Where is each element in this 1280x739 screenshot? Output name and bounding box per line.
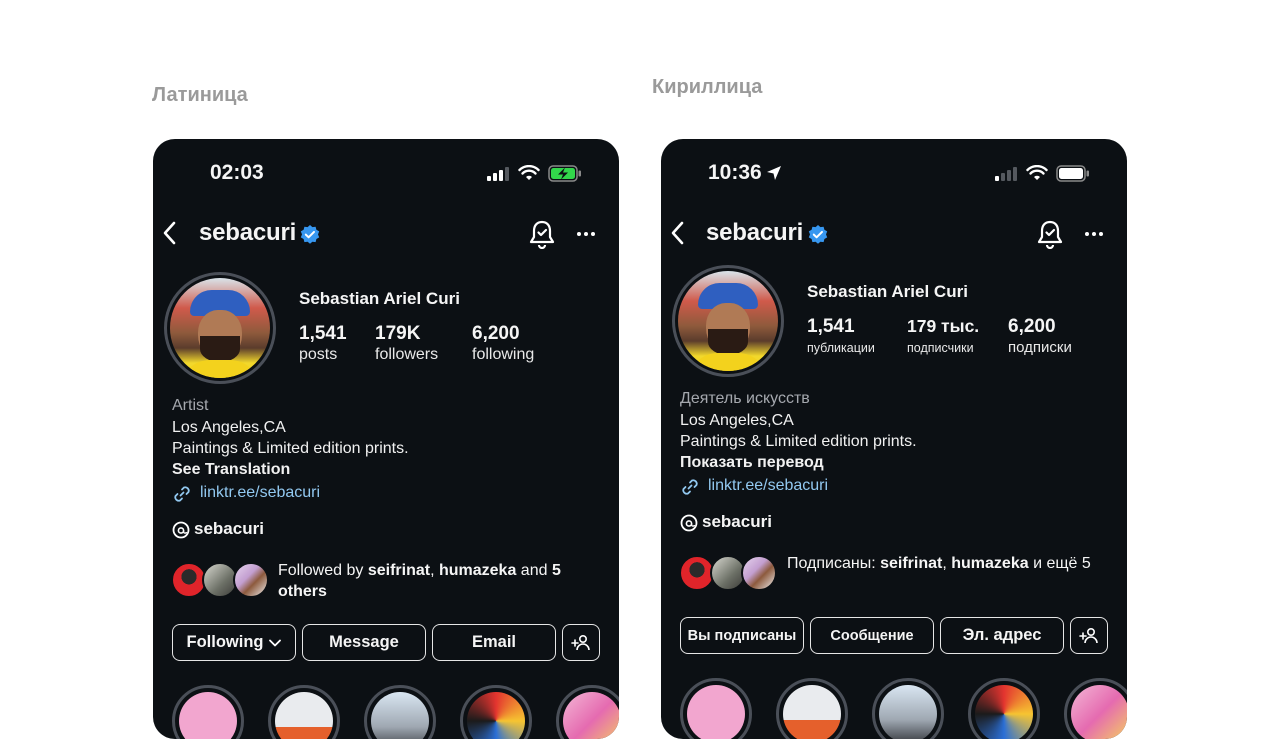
battery-charging-icon bbox=[548, 165, 581, 182]
email-button[interactable]: Email bbox=[432, 624, 556, 661]
notification-bell-icon[interactable] bbox=[528, 219, 556, 249]
following-count[interactable]: 6,200 bbox=[1008, 316, 1056, 338]
caption-latin: Латиница bbox=[152, 84, 248, 106]
following-label: подписки bbox=[1008, 339, 1072, 356]
external-link[interactable]: linktr.ee/sebacuri bbox=[200, 484, 320, 502]
posts-label: публикации bbox=[807, 341, 875, 355]
bio-line: Los Angeles,CA bbox=[172, 419, 286, 436]
wifi-icon bbox=[518, 165, 540, 180]
posts-label: posts bbox=[299, 346, 338, 363]
profile-category: Artist bbox=[172, 397, 209, 414]
following-count[interactable]: 6,200 bbox=[472, 323, 520, 345]
see-translation-link[interactable]: See Translation bbox=[172, 461, 290, 479]
battery-icon bbox=[1056, 165, 1089, 182]
message-button[interactable]: Сообщение bbox=[810, 617, 934, 654]
story-highlight[interactable] bbox=[1064, 678, 1127, 739]
avatar-photo bbox=[170, 278, 270, 378]
following-button[interactable]: Following bbox=[172, 624, 296, 661]
threads-badge[interactable]: sebacuri bbox=[194, 519, 264, 539]
followers-count[interactable]: 179K bbox=[375, 323, 420, 345]
story-highlight[interactable] bbox=[556, 685, 619, 739]
caption-cyrillic: Кириллица bbox=[652, 76, 763, 98]
story-highlight[interactable] bbox=[460, 685, 532, 739]
add-user-button[interactable] bbox=[1070, 617, 1108, 654]
see-translation-link[interactable]: Показать перевод bbox=[680, 454, 824, 472]
followed-by-text[interactable]: Followed by seifrinat, humazeka and 5 ot… bbox=[278, 560, 598, 602]
story-highlight[interactable] bbox=[364, 685, 436, 739]
story-highlight[interactable] bbox=[776, 678, 848, 739]
link-icon bbox=[174, 486, 190, 502]
threads-badge[interactable]: sebacuri bbox=[702, 512, 772, 532]
avatar-photo bbox=[678, 271, 778, 371]
status-time: 10:36 bbox=[708, 161, 762, 184]
profile-avatar[interactable] bbox=[672, 265, 784, 377]
follower-avatar bbox=[741, 555, 777, 591]
profile-username: sebacuri bbox=[706, 219, 804, 246]
posts-count[interactable]: 1,541 bbox=[299, 323, 347, 345]
location-arrow-icon bbox=[767, 166, 781, 180]
followers-label: подписчики bbox=[907, 341, 974, 355]
link-icon bbox=[682, 479, 698, 495]
back-arrow-icon[interactable] bbox=[671, 221, 685, 245]
more-options-icon[interactable] bbox=[576, 225, 596, 243]
add-user-icon bbox=[571, 634, 590, 650]
cellular-signal-icon bbox=[995, 167, 1017, 181]
bio-line: Los Angeles,CA bbox=[680, 412, 794, 429]
story-highlight[interactable] bbox=[968, 678, 1040, 739]
external-link[interactable]: linktr.ee/sebacuri bbox=[708, 477, 828, 495]
back-arrow-icon[interactable] bbox=[163, 221, 177, 245]
profile-avatar[interactable] bbox=[164, 272, 276, 384]
threads-icon bbox=[680, 514, 698, 532]
profile-category: Деятель искусств bbox=[680, 390, 810, 407]
story-highlight[interactable] bbox=[268, 685, 340, 739]
status-time: 02:03 bbox=[210, 161, 264, 184]
chevron-down-icon bbox=[269, 639, 282, 646]
verified-badge-icon bbox=[300, 225, 320, 244]
notification-bell-icon[interactable] bbox=[1036, 219, 1064, 249]
followed-by-text[interactable]: Подписаны: seifrinat, humazeka и ещё 5 bbox=[787, 553, 1107, 574]
email-button[interactable]: Эл. адрес bbox=[940, 617, 1064, 654]
profile-screen-cyrillic: 10:36 sebacuri Sebastian Ariel Curi 1,54 bbox=[661, 139, 1127, 739]
posts-count[interactable]: 1,541 bbox=[807, 316, 855, 338]
full-name: Sebastian Ariel Curi bbox=[807, 282, 968, 301]
follower-avatar bbox=[233, 562, 269, 598]
profile-screen-latin: 02:03 sebacuri Sebastian Ariel Curi 1,54… bbox=[153, 139, 619, 739]
followers-label: followers bbox=[375, 346, 439, 363]
add-user-button[interactable] bbox=[562, 624, 600, 661]
profile-username: sebacuri bbox=[199, 219, 297, 246]
bio-line: Paintings & Limited edition prints. bbox=[680, 433, 917, 450]
add-user-icon bbox=[1079, 627, 1098, 643]
wifi-icon bbox=[1026, 165, 1048, 180]
following-label: following bbox=[472, 346, 535, 363]
following-button[interactable]: Вы подписаны bbox=[680, 617, 804, 654]
more-options-icon[interactable] bbox=[1084, 225, 1104, 243]
bio-line: Paintings & Limited edition prints. bbox=[172, 440, 409, 457]
threads-icon bbox=[172, 521, 190, 539]
full-name: Sebastian Ariel Curi bbox=[299, 289, 460, 308]
story-highlight[interactable] bbox=[172, 685, 244, 739]
verified-badge-icon bbox=[808, 225, 828, 244]
story-highlight[interactable] bbox=[680, 678, 752, 739]
story-highlight[interactable] bbox=[872, 678, 944, 739]
message-button[interactable]: Message bbox=[302, 624, 426, 661]
cellular-signal-icon bbox=[487, 167, 509, 181]
followers-count[interactable]: 179 тыс. bbox=[907, 316, 979, 337]
